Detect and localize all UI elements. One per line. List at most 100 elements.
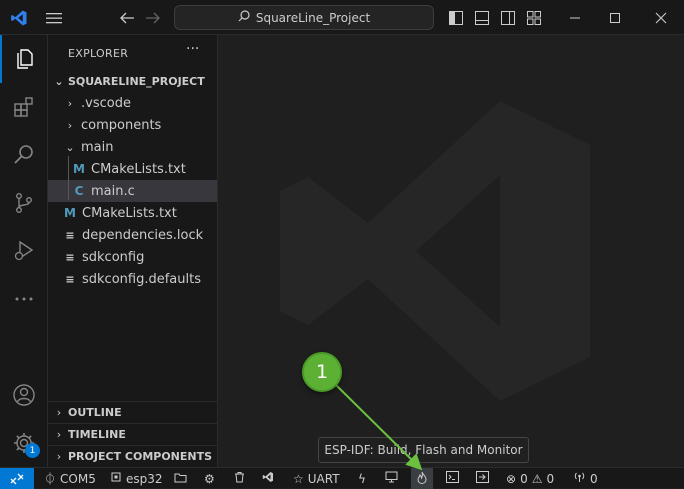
tree-item-label: sdkconfig bbox=[82, 249, 145, 265]
tree-item-components[interactable]: › components bbox=[48, 114, 217, 136]
monitor-button[interactable] bbox=[385, 468, 398, 489]
sdk-config-editor-button[interactable]: ⚙ bbox=[204, 468, 215, 489]
terminal-button[interactable] bbox=[446, 468, 459, 489]
full-clean-button[interactable] bbox=[234, 468, 245, 489]
tree-item-sdkconfig-defaults[interactable]: ≡ sdkconfig.defaults bbox=[48, 268, 217, 290]
lightning-icon: ϟ bbox=[358, 471, 366, 486]
explorer-sidebar: EXPLORER ··· ⌄ SQUARELINE_PROJECT › .vsc… bbox=[48, 35, 218, 467]
tree-item-label: sdkconfig.defaults bbox=[82, 271, 201, 287]
status-bar: ⏀ COM5 esp32 ⚙ ☆ UART ϟ ⊗ 0 ⚠ 0 0 bbox=[0, 467, 684, 489]
source-control-icon[interactable] bbox=[0, 179, 48, 227]
explorer-icon[interactable] bbox=[0, 35, 48, 83]
build-flash-monitor-button[interactable] bbox=[411, 468, 433, 489]
project-name: SQUARELINE_PROJECT bbox=[68, 74, 205, 88]
tree-item-main[interactable]: ⌄ main bbox=[48, 136, 217, 158]
search-view-icon[interactable] bbox=[0, 131, 48, 179]
ports-button[interactable]: 0 bbox=[573, 468, 598, 489]
indent-guide bbox=[68, 156, 69, 200]
tree-item-label: .vscode bbox=[81, 95, 131, 111]
timeline-section[interactable]: › TIMELINE bbox=[48, 423, 217, 445]
gear-icon: ⚙ bbox=[204, 471, 215, 486]
problems-button[interactable]: ⊗ 0 ⚠ 0 bbox=[506, 468, 554, 489]
close-icon[interactable] bbox=[646, 0, 676, 35]
flame-icon bbox=[417, 471, 427, 487]
toggle-primary-sidebar-icon[interactable] bbox=[446, 0, 466, 35]
error-count: 0 bbox=[520, 471, 528, 486]
minimize-icon[interactable] bbox=[560, 0, 590, 35]
text-file-icon: ≡ bbox=[65, 272, 75, 286]
text-file-icon: ≡ bbox=[65, 228, 75, 242]
customize-layout-icon[interactable] bbox=[524, 0, 544, 35]
step-badge: 1 bbox=[302, 352, 342, 392]
ports-count: 0 bbox=[590, 471, 598, 486]
vscode-watermark-icon bbox=[280, 101, 590, 401]
tree-item-label: main bbox=[81, 139, 114, 155]
back-arrow-icon[interactable] bbox=[116, 0, 138, 35]
activity-bar bbox=[0, 35, 48, 467]
target-device-button[interactable]: esp32 bbox=[110, 468, 163, 489]
status-tooltip: ESP-IDF: Build, Flash and Monitor bbox=[318, 437, 529, 463]
section-label: PROJECT COMPONENTS bbox=[68, 450, 213, 463]
account-icon[interactable] bbox=[0, 371, 48, 419]
terminal-icon bbox=[446, 471, 459, 486]
target-label: esp32 bbox=[126, 471, 163, 486]
tree-item-label: main.c bbox=[91, 183, 135, 199]
section-label: TIMELINE bbox=[68, 428, 126, 441]
error-icon: ⊗ bbox=[506, 471, 517, 486]
run-task-button[interactable] bbox=[476, 468, 489, 489]
chevron-right-icon: › bbox=[56, 450, 62, 463]
tree-item-label: CMakeLists.txt bbox=[91, 161, 186, 177]
explorer-header: EXPLORER bbox=[68, 47, 129, 60]
manage-badge: 1 bbox=[25, 443, 40, 458]
flash-method-label: UART bbox=[307, 471, 340, 486]
remote-window-icon[interactable] bbox=[0, 468, 34, 489]
maximize-icon[interactable] bbox=[600, 0, 630, 35]
cmake-file-icon: M bbox=[73, 162, 85, 176]
folder-icon bbox=[174, 472, 187, 486]
outline-section[interactable]: › OUTLINE bbox=[48, 401, 217, 423]
tree-item-sdkconfig[interactable]: ≡ sdkconfig bbox=[48, 246, 217, 268]
run-debug-icon[interactable] bbox=[0, 227, 48, 275]
extensions-icon[interactable] bbox=[0, 83, 48, 131]
tree-item-label: components bbox=[81, 117, 162, 133]
trash-icon bbox=[234, 471, 245, 486]
chip-icon bbox=[110, 471, 122, 486]
chevron-right-icon: › bbox=[56, 428, 62, 441]
explorer-more-actions-icon[interactable]: ··· bbox=[186, 41, 199, 57]
flash-method-button[interactable]: ☆ UART bbox=[293, 468, 340, 489]
tree-item-dependencies-lock[interactable]: ≡ dependencies.lock bbox=[48, 224, 217, 246]
chevron-right-icon: › bbox=[67, 118, 73, 132]
menu-icon[interactable] bbox=[42, 0, 66, 35]
tree-item-main-cmakelists[interactable]: M CMakeLists.txt bbox=[48, 158, 217, 180]
monitor-icon bbox=[385, 471, 398, 486]
serial-port-button[interactable]: ⏀ COM5 bbox=[44, 468, 96, 489]
chevron-right-icon: › bbox=[56, 406, 62, 419]
project-root-folder[interactable]: ⌄ SQUARELINE_PROJECT bbox=[48, 70, 217, 92]
title-bar: SquareLine_Project bbox=[0, 0, 684, 35]
tree-item-vscode[interactable]: › .vscode bbox=[48, 92, 217, 114]
vscode-settings-icon[interactable] bbox=[262, 468, 274, 489]
text-file-icon: ≡ bbox=[65, 250, 75, 264]
vscode-logo-icon bbox=[8, 0, 30, 35]
tree-item-cmakelists[interactable]: M CMakeLists.txt bbox=[48, 202, 217, 224]
search-icon bbox=[238, 10, 250, 25]
section-label: OUTLINE bbox=[68, 406, 122, 419]
build-button[interactable]: ϟ bbox=[358, 468, 366, 489]
more-views-icon[interactable] bbox=[0, 275, 48, 323]
chevron-right-icon: › bbox=[67, 96, 73, 110]
chevron-down-icon: ⌄ bbox=[65, 140, 75, 154]
command-center-search[interactable]: SquareLine_Project bbox=[174, 5, 434, 30]
project-components-section[interactable]: › PROJECT COMPONENTS bbox=[48, 445, 217, 467]
editor-area[interactable] bbox=[218, 35, 684, 467]
c-file-icon: C bbox=[74, 184, 84, 198]
manage-gear-icon[interactable] bbox=[0, 419, 48, 467]
cmake-file-icon: M bbox=[64, 206, 76, 220]
serial-port-label: COM5 bbox=[60, 471, 96, 486]
tree-item-main-c[interactable]: C main.c bbox=[48, 180, 217, 202]
toggle-panel-icon[interactable] bbox=[472, 0, 492, 35]
sdk-config-folder-button[interactable] bbox=[174, 468, 187, 489]
forward-arrow-icon[interactable] bbox=[142, 0, 164, 35]
plug-icon: ⏀ bbox=[44, 472, 57, 486]
toggle-secondary-sidebar-icon[interactable] bbox=[498, 0, 518, 35]
broadcast-icon bbox=[573, 471, 586, 486]
